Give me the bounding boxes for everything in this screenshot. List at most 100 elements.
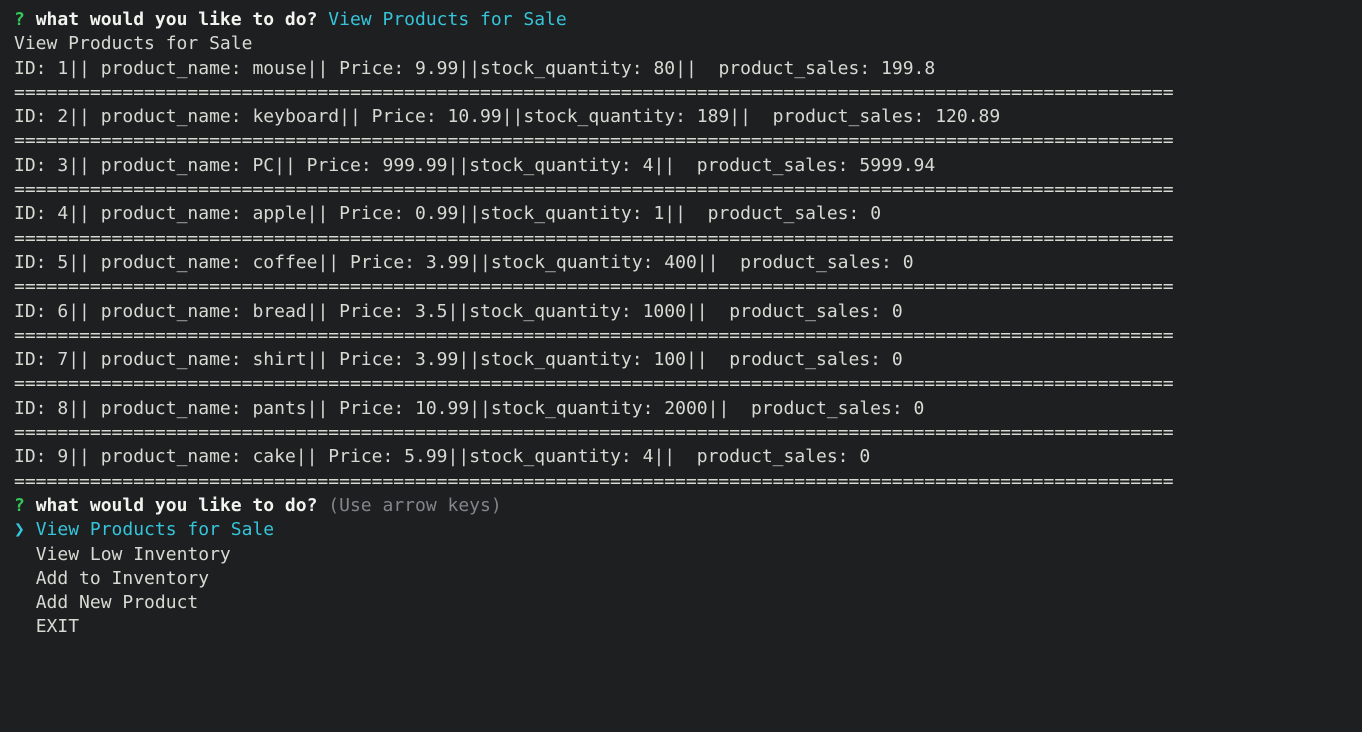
menu-pointer-icon: ❯ — [14, 519, 36, 540]
separator-line: ========================================… — [14, 81, 1348, 105]
product-id-value: 1 — [57, 58, 68, 79]
product-price-label: || Price: — [307, 301, 415, 322]
product-stock-value: 1000 — [643, 301, 686, 322]
product-row: ID: 8|| product_name: pants|| Price: 10.… — [14, 397, 1348, 421]
product-stock-value: 100 — [653, 349, 686, 370]
product-id-label: ID: — [14, 203, 57, 224]
product-sales-label: || product_sales: — [686, 301, 892, 322]
product-sales-value: 199.8 — [881, 58, 935, 79]
prompt-question: what would you like to do? — [36, 9, 318, 30]
product-stock-value: 1 — [653, 203, 664, 224]
separator-line: ========================================… — [14, 421, 1348, 445]
product-name-value: shirt — [252, 349, 306, 370]
product-stock-value: 4 — [643, 446, 654, 467]
product-stock-label: ||stock_quantity: — [458, 349, 653, 370]
product-id-value: 7 — [57, 349, 68, 370]
product-stock-label: ||stock_quantity: — [458, 203, 653, 224]
product-price-value: 3.5 — [415, 301, 448, 322]
product-name-value: pants — [252, 398, 306, 419]
product-name-value: coffee — [252, 252, 317, 273]
product-price-label: || Price: — [307, 203, 415, 224]
product-name-label: || product_name: — [68, 301, 252, 322]
product-stock-value: 189 — [697, 106, 730, 127]
menu-item[interactable]: Add New Product — [14, 591, 1348, 615]
prompt-question: what would you like to do? — [36, 495, 318, 516]
product-price-value: 0.99 — [415, 203, 458, 224]
product-name-label: || product_name: — [68, 106, 252, 127]
separator-line: ========================================… — [14, 178, 1348, 202]
menu-item-label: View Products for Sale — [36, 519, 274, 540]
product-name-label: || product_name: — [68, 155, 252, 176]
product-sales-label: || product_sales: — [664, 203, 870, 224]
product-stock-label: ||stock_quantity: — [458, 58, 653, 79]
product-id-value: 2 — [57, 106, 68, 127]
product-row: ID: 1|| product_name: mouse|| Price: 9.9… — [14, 57, 1348, 81]
menu-item-label: EXIT — [36, 616, 79, 637]
product-price-label: || Price: — [307, 349, 415, 370]
product-sales-value: 0 — [859, 446, 870, 467]
product-id-value: 8 — [57, 398, 68, 419]
product-list: ID: 1 || product_name: mouse || Price: 9.9… — [14, 57, 1348, 494]
menu-pointer-icon — [14, 568, 36, 589]
prompt-hint: (Use arrow keys) — [328, 495, 501, 516]
product-id-value: 6 — [57, 301, 68, 322]
product-id-value: 9 — [57, 446, 68, 467]
product-price-label: || Price: — [317, 252, 425, 273]
product-price-value: 3.99 — [415, 349, 458, 370]
product-price-value: 3.99 — [426, 252, 469, 273]
product-stock-label: ||stock_quantity: — [448, 446, 643, 467]
product-id-label: ID: — [14, 106, 57, 127]
menu-item-label: View Low Inventory — [36, 544, 231, 565]
separator-line: ========================================… — [14, 275, 1348, 299]
product-sales-value: 0 — [892, 349, 903, 370]
product-row: ID: 5|| product_name: coffee|| Price: 3.… — [14, 251, 1348, 275]
product-id-value: 4 — [57, 203, 68, 224]
product-sales-label: || product_sales: — [708, 398, 914, 419]
product-name-value: keyboard — [252, 106, 339, 127]
product-name-label: || product_name: — [68, 398, 252, 419]
product-sales-value: 0 — [892, 301, 903, 322]
product-name-value: apple — [252, 203, 306, 224]
product-sales-value: 5999.94 — [859, 155, 935, 176]
menu-pointer-icon — [14, 592, 36, 613]
menu-list[interactable]: ❯ View Products for Sale View Low Invent… — [14, 518, 1348, 639]
product-sales-value: 0 — [903, 252, 914, 273]
product-price-label: || Price: — [296, 446, 404, 467]
menu-item[interactable]: ❯ View Products for Sale — [14, 518, 1348, 542]
menu-item-label: Add New Product — [36, 592, 199, 613]
product-id-label: ID: — [14, 252, 57, 273]
menu-item[interactable]: EXIT — [14, 615, 1348, 639]
product-row: ID: 3|| product_name: PC|| Price: 999.99… — [14, 154, 1348, 178]
menu-item[interactable]: View Low Inventory — [14, 543, 1348, 567]
product-row: ID: 6|| product_name: bread|| Price: 3.5… — [14, 300, 1348, 324]
prompt-answered-line: ? what would you like to do? View Produc… — [14, 8, 1348, 32]
product-price-value: 5.99 — [404, 446, 447, 467]
product-sales-label: || product_sales: — [686, 349, 892, 370]
menu-pointer-icon — [14, 544, 36, 565]
product-sales-label: || product_sales: — [653, 446, 859, 467]
product-stock-value: 400 — [664, 252, 697, 273]
menu-item-label: Add to Inventory — [36, 568, 209, 589]
product-price-value: 9.99 — [415, 58, 458, 79]
separator-line: ========================================… — [14, 470, 1348, 494]
separator-line: ========================================… — [14, 129, 1348, 153]
product-sales-value: 0 — [914, 398, 925, 419]
product-sales-label: || product_sales: — [675, 58, 881, 79]
product-stock-label: ||stock_quantity: — [448, 155, 643, 176]
product-id-value: 3 — [57, 155, 68, 176]
product-price-label: || Price: — [339, 106, 447, 127]
terminal: ? what would you like to do? View Produc… — [0, 0, 1362, 640]
prompt-marker-icon: ? — [14, 495, 25, 516]
product-name-label: || product_name: — [68, 446, 252, 467]
product-name-value: mouse — [252, 58, 306, 79]
product-name-value: PC — [252, 155, 274, 176]
product-name-value: bread — [252, 301, 306, 322]
product-stock-label: ||stock_quantity: — [502, 106, 697, 127]
product-stock-value: 4 — [643, 155, 654, 176]
separator-line: ========================================… — [14, 372, 1348, 396]
product-stock-label: ||stock_quantity: — [469, 398, 664, 419]
product-stock-label: ||stock_quantity: — [448, 301, 643, 322]
product-id-label: ID: — [14, 349, 57, 370]
product-name-value: cake — [252, 446, 295, 467]
menu-item[interactable]: Add to Inventory — [14, 567, 1348, 591]
